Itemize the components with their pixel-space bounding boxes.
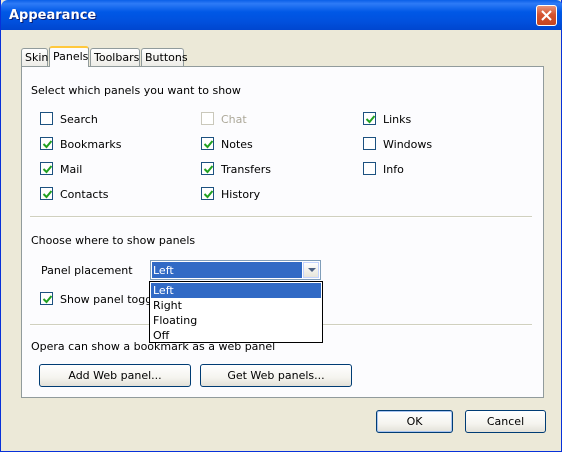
notes-checkbox[interactable] [201,137,214,150]
history-label: History [221,188,261,201]
contacts-checkbox[interactable] [40,187,53,200]
checkmark-icon [42,140,53,149]
cancel-button[interactable]: Cancel [465,410,546,433]
mail-label: Mail [60,163,83,176]
tab-toolbars-label: Toolbars [94,51,140,64]
chat-label: Chat [221,113,247,126]
windows-checkbox[interactable] [363,137,376,150]
panel-placement-value: Left [152,262,302,278]
show-panel-toggle-label: Show panel toggle [60,293,163,306]
appearance-dialog: Appearance Skin Panels Toolbars Buttons … [0,0,562,452]
tab-buttons[interactable]: Buttons [141,48,188,67]
panel-placement-dropdown-list: Left Right Floating Off [149,281,323,343]
checkmark-icon [42,165,53,174]
add-web-panel-button[interactable]: Add Web panel... [39,364,191,387]
dropdown-arrow-button[interactable] [303,262,319,278]
ok-button[interactable]: OK [376,410,453,433]
info-checkbox[interactable] [363,162,376,175]
checkmark-icon [203,140,214,149]
bookmarks-checkbox[interactable] [40,137,53,150]
placement-heading: Choose where to show panels [31,234,196,247]
tab-skin[interactable]: Skin [21,48,48,67]
panel-placement-label: Panel placement [41,264,133,277]
mail-checkbox[interactable] [40,162,53,175]
panels-heading: Select which panels you want to show [31,84,241,97]
checkmark-icon [203,165,214,174]
info-label: Info [383,163,404,176]
tab-panels[interactable]: Panels [49,46,89,67]
search-checkbox[interactable] [40,112,53,125]
window-title: Appearance [9,8,97,23]
close-button[interactable] [536,5,557,26]
separator [30,216,532,218]
history-checkbox[interactable] [201,187,214,200]
chevron-down-icon [308,268,316,272]
tab-buttons-label: Buttons [145,51,188,64]
bookmarks-label: Bookmarks [60,138,122,151]
tab-skin-label: Skin [25,51,49,64]
checkmark-icon [42,295,53,304]
title-bar[interactable]: Appearance [1,0,562,30]
show-panel-toggle-checkbox[interactable] [40,292,53,305]
checkmark-icon [203,190,214,199]
links-checkbox[interactable] [363,112,376,125]
checkmark-icon [365,115,376,124]
chat-checkbox[interactable] [201,112,214,125]
close-icon [541,10,552,21]
placement-option-right[interactable]: Right [151,298,321,313]
links-label: Links [383,113,412,126]
placement-option-left[interactable]: Left [151,283,321,298]
contacts-label: Contacts [60,188,109,201]
search-label: Search [60,113,98,126]
tab-toolbars[interactable]: Toolbars [90,48,140,67]
transfers-checkbox[interactable] [201,162,214,175]
placement-option-off[interactable]: Off [151,328,321,343]
panel-placement-select[interactable]: Left [150,260,321,280]
placement-option-floating[interactable]: Floating [151,313,321,328]
tab-panels-label: Panels [53,50,89,63]
transfers-label: Transfers [221,163,271,176]
checkmark-icon [42,190,53,199]
get-web-panels-button[interactable]: Get Web panels... [200,364,352,387]
notes-label: Notes [221,138,253,151]
windows-label: Windows [383,138,433,151]
